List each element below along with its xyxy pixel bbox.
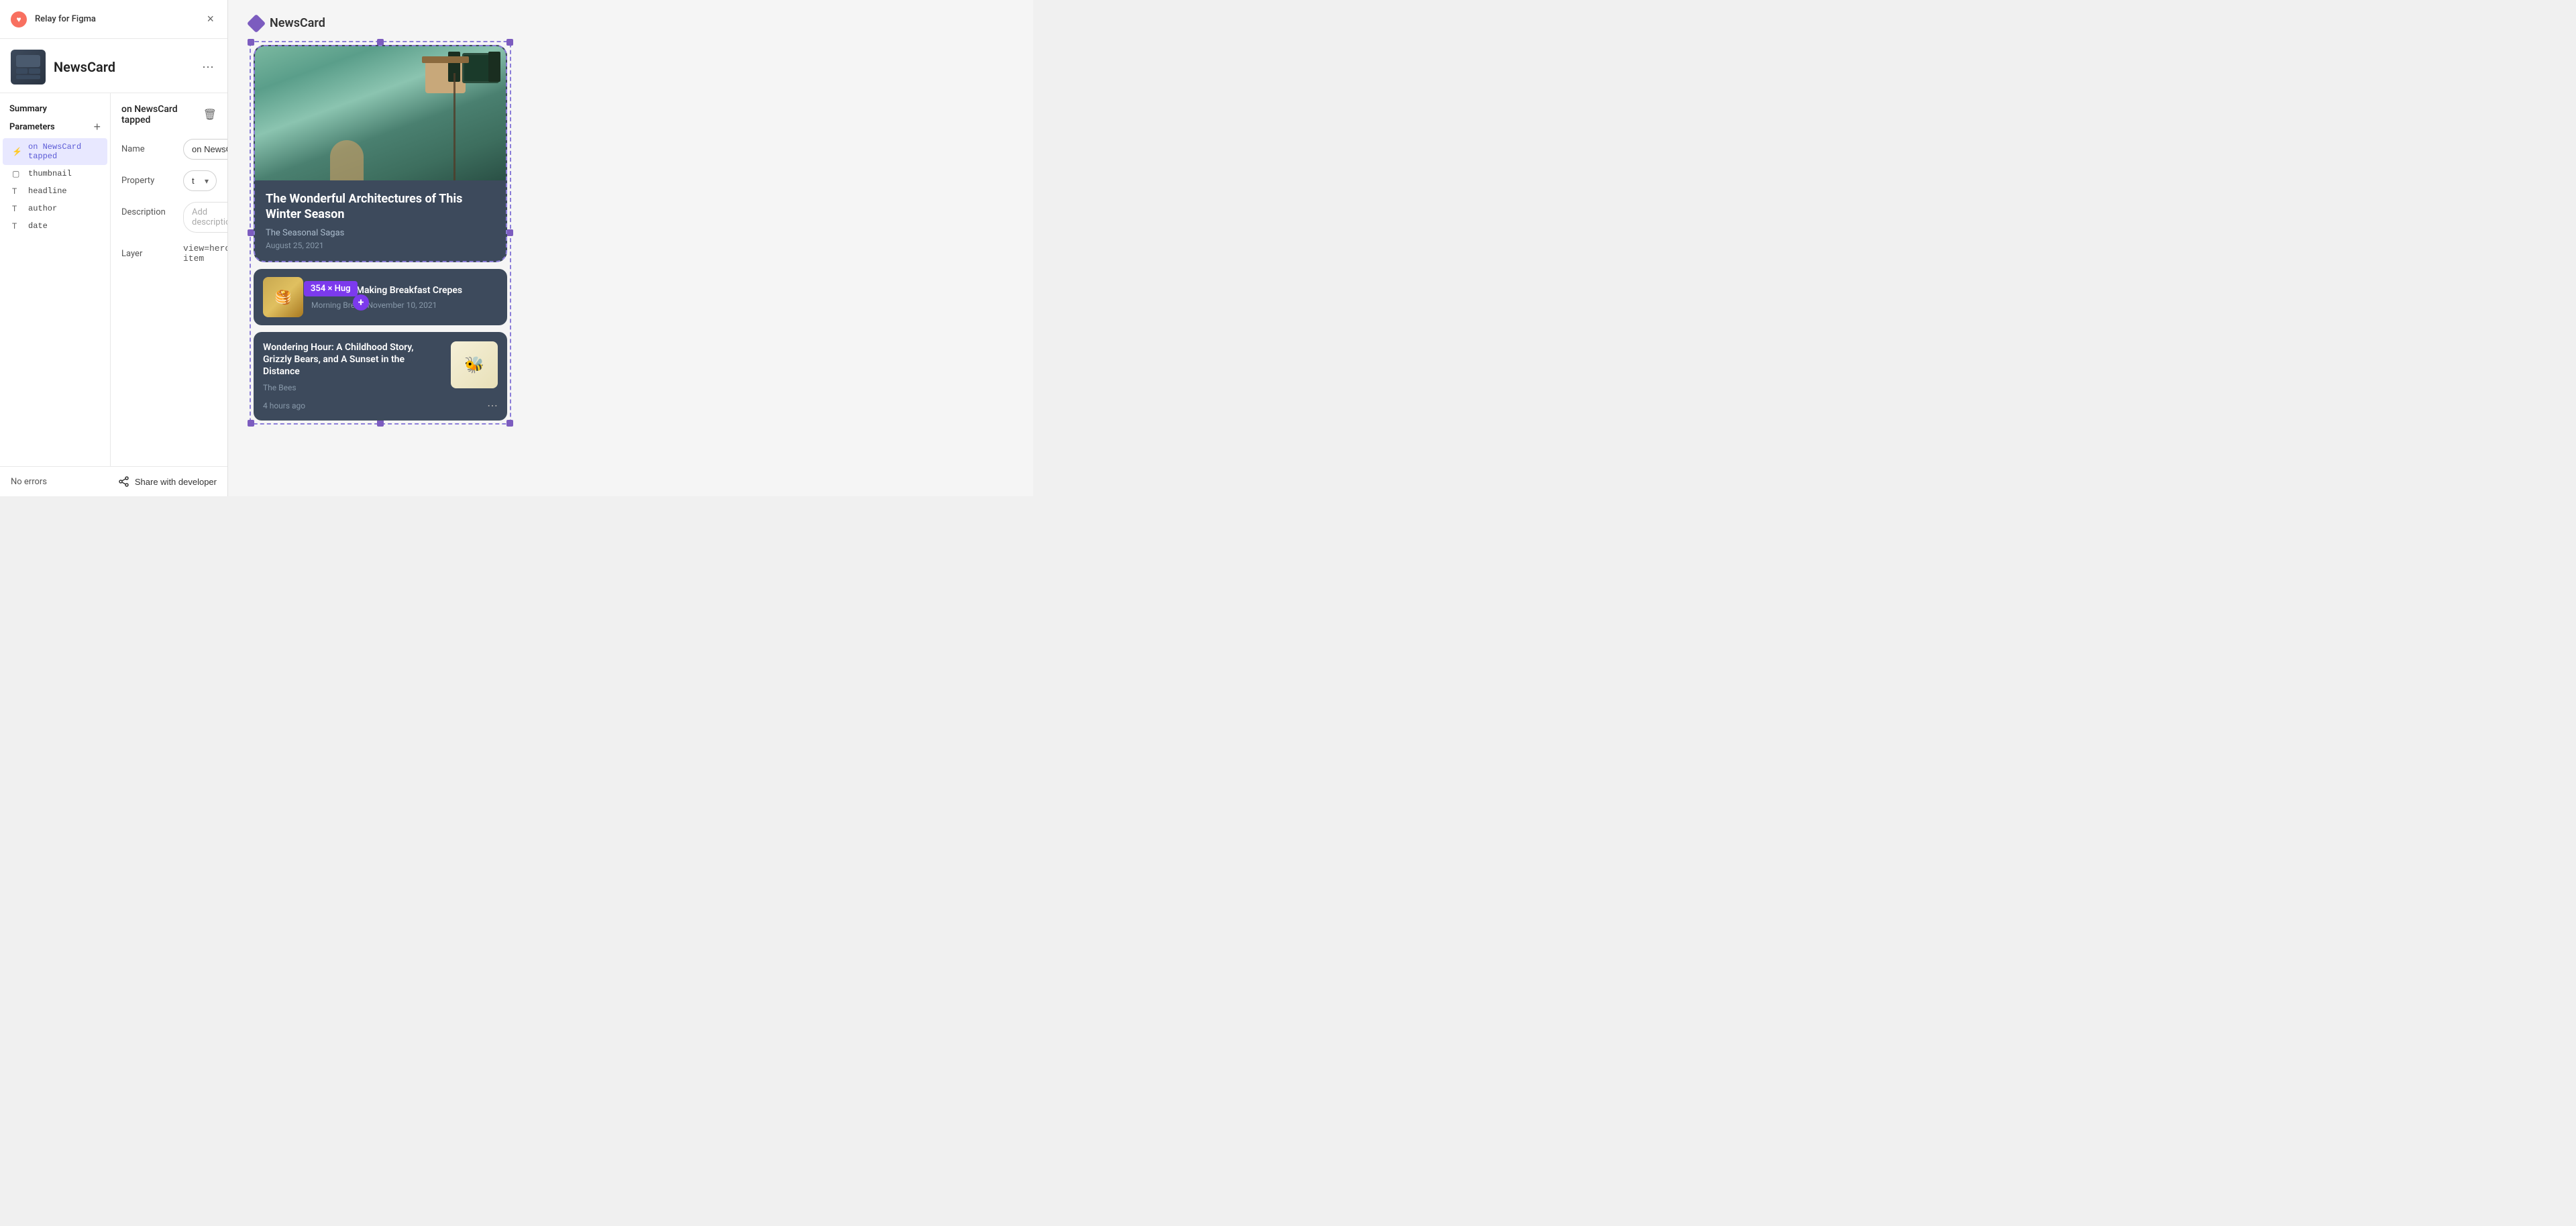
preview-header: NewsCard xyxy=(250,16,1012,30)
relay-diamond-icon xyxy=(247,13,266,32)
share-label: Share with developer xyxy=(135,477,217,487)
list-card-1-wrapper: 🥞 The Art of Making Breakfast Crepes Mor… xyxy=(254,269,507,325)
component-header: NewsCard ⋯ xyxy=(0,39,227,93)
three-dot-button[interactable]: ⋯ xyxy=(487,399,498,412)
bottom-card: Wondering Hour: A Childhood Story, Grizz… xyxy=(254,332,507,421)
event-icon: ⚡ xyxy=(12,147,23,156)
bottom-bar: No errors Share with developer xyxy=(0,466,227,496)
layer-field-row: Layer view=hero-item ⊕ xyxy=(121,243,217,264)
summary-label: Summary xyxy=(0,104,110,121)
property-select-wrapper: tap-handler long-press swipe ▾ xyxy=(183,170,217,191)
relay-diamond-container xyxy=(250,17,263,30)
bottom-card-time: 4 hours ago xyxy=(263,401,305,410)
param-label-thumbnail: thumbnail xyxy=(28,169,72,178)
param-label-event: on NewsCard tapped xyxy=(28,142,98,161)
shutter-right xyxy=(488,52,500,82)
handle-top-left xyxy=(248,39,254,46)
param-item-author[interactable]: T author xyxy=(3,200,107,217)
description-input[interactable]: Add description xyxy=(183,202,227,233)
newscard-preview: The Wonderful Architectures of This Wint… xyxy=(250,41,511,425)
name-input[interactable] xyxy=(183,139,227,160)
name-label: Name xyxy=(121,139,175,154)
description-field-row: Description Add description xyxy=(121,202,217,233)
param-label-headline: headline xyxy=(28,186,67,196)
param-label-author: author xyxy=(28,204,57,213)
text-icon-author: T xyxy=(12,204,23,213)
detail-section: on NewsCard tapped 🗑 Name Property tap-h… xyxy=(111,93,227,466)
lamp-post xyxy=(453,73,455,180)
list-card-1-meta: Morning Bre... November 10, 2021 xyxy=(311,300,498,310)
bottom-card-content: Wondering Hour: A Childhood Story, Grizz… xyxy=(263,341,498,400)
list-card-1-thumb: 🥞 xyxy=(263,277,303,317)
component-thumb-inner xyxy=(11,50,46,85)
handle-bottom-mid xyxy=(377,420,384,427)
share-icon xyxy=(119,476,129,487)
params-header: Parameters + xyxy=(0,121,110,138)
layer-value: view=hero-item xyxy=(183,243,227,264)
panel-header-left: ♥ Relay for Figma xyxy=(11,11,96,27)
relay-logo: ♥ xyxy=(11,11,27,27)
handle-right-mid xyxy=(506,229,513,236)
delete-button[interactable]: 🗑 xyxy=(203,108,217,121)
plus-badge: + xyxy=(353,294,369,311)
component-name: NewsCard xyxy=(54,59,199,75)
left-panel: ♥ Relay for Figma × NewsCard ⋯ Summary xyxy=(0,0,228,496)
param-item-on-newscard-tapped[interactable]: ⚡ on NewsCard tapped xyxy=(3,138,107,165)
hero-headline: The Wonderful Architectures of This Wint… xyxy=(266,191,495,223)
layer-field: view=hero-item ⊕ xyxy=(183,243,227,264)
preview-title: NewsCard xyxy=(270,16,325,30)
list-card-1: 🥞 The Art of Making Breakfast Crepes Mor… xyxy=(254,269,507,325)
handle-top-right xyxy=(506,39,513,46)
panel-body: Summary Parameters + ⚡ on NewsCard tappe… xyxy=(0,93,227,466)
size-badge: 354 × Hug xyxy=(304,281,358,296)
bottom-card-text: Wondering Hour: A Childhood Story, Grizz… xyxy=(263,341,443,400)
param-item-headline[interactable]: T headline xyxy=(3,182,107,200)
arch-detail xyxy=(330,140,364,180)
handle-bottom-right xyxy=(506,420,513,427)
list-card-1-date: November 10, 2021 xyxy=(368,300,437,310)
text-icon-date: T xyxy=(12,221,23,231)
bottom-card-footer: 4 hours ago ⋯ xyxy=(263,399,498,412)
app-title: Relay for Figma xyxy=(35,14,96,24)
close-button[interactable]: × xyxy=(204,9,217,29)
layer-label: Layer xyxy=(121,243,175,259)
name-field-row: Name xyxy=(121,139,217,160)
hero-author: The Seasonal Sagas xyxy=(266,228,495,238)
right-panel: NewsCard The Wonderful Architectures of … xyxy=(228,0,1033,496)
sidebar-section: Summary Parameters + ⚡ on NewsCard tappe… xyxy=(0,93,111,466)
add-parameter-button[interactable]: + xyxy=(93,121,101,133)
share-button[interactable]: Share with developer xyxy=(119,476,217,487)
param-label-date: date xyxy=(28,221,48,231)
hero-content: The Wonderful Architectures of This Wint… xyxy=(255,180,506,261)
param-item-date[interactable]: T date xyxy=(3,217,107,235)
food-thumbnail: 🥞 xyxy=(263,277,303,317)
image-icon: ▢ xyxy=(12,169,23,178)
more-button[interactable]: ⋯ xyxy=(199,58,217,77)
detail-title: on NewsCard tapped xyxy=(121,104,203,125)
component-thumbnail xyxy=(11,50,46,85)
status-text: No errors xyxy=(11,477,47,487)
handle-bottom-left xyxy=(248,420,254,427)
text-icon-headline: T xyxy=(12,186,23,196)
description-label: Description xyxy=(121,202,175,217)
hero-date: August 25, 2021 xyxy=(266,241,495,250)
panel-header: ♥ Relay for Figma × xyxy=(0,0,227,39)
param-item-thumbnail[interactable]: ▢ thumbnail xyxy=(3,165,107,182)
property-field-row: Property tap-handler long-press swipe ▾ xyxy=(121,170,217,191)
bottom-card-title: Wondering Hour: A Childhood Story, Grizz… xyxy=(263,341,443,378)
bee-thumbnail: 🐝 xyxy=(451,341,498,388)
property-select[interactable]: tap-handler long-press swipe xyxy=(183,170,217,191)
detail-header: on NewsCard tapped 🗑 xyxy=(121,104,217,125)
bottom-card-author: The Bees xyxy=(263,383,443,392)
hero-card: The Wonderful Architectures of This Wint… xyxy=(254,45,507,262)
parameters-label: Parameters xyxy=(9,122,55,132)
property-label: Property xyxy=(121,170,175,186)
hero-image xyxy=(255,46,506,180)
